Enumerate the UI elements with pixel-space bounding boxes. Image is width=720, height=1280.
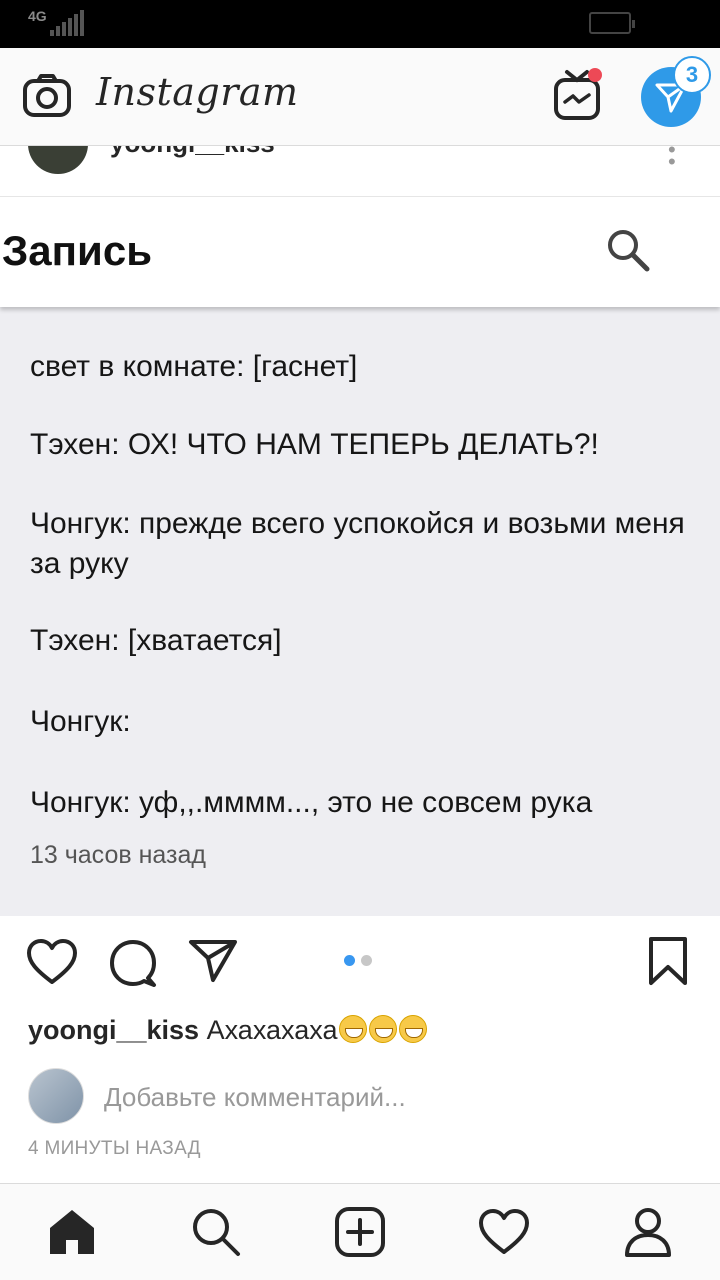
battery-icon bbox=[589, 12, 635, 34]
post-caption: yoongi__kiss Ахахахаха bbox=[28, 1015, 428, 1046]
comment-icon[interactable] bbox=[108, 938, 158, 993]
carousel-dot bbox=[361, 955, 372, 966]
search-icon bbox=[605, 227, 651, 278]
add-icon[interactable] bbox=[334, 1206, 386, 1258]
app-header: Instagram 3 bbox=[0, 48, 720, 146]
laughing-emoji-icon bbox=[339, 1015, 368, 1043]
image-title: Запись bbox=[2, 227, 153, 274]
image-line: Чонгук: уф,,.мммм..., это не совсем рука bbox=[30, 786, 593, 819]
post-action-bar bbox=[0, 916, 720, 1006]
signal-icon bbox=[50, 10, 84, 36]
avatar bbox=[28, 1068, 84, 1124]
network-indicator: 4G bbox=[28, 8, 47, 24]
comment-input[interactable]: Добавьте комментарий... bbox=[104, 1082, 406, 1113]
laughing-emoji-icon bbox=[399, 1015, 428, 1043]
home-icon[interactable] bbox=[46, 1206, 98, 1258]
heart-icon[interactable] bbox=[26, 938, 78, 991]
share-icon[interactable] bbox=[188, 938, 238, 989]
heart-icon[interactable] bbox=[478, 1206, 530, 1258]
instagram-logo: Instagram bbox=[96, 70, 299, 114]
carousel-dot-active bbox=[344, 955, 355, 966]
caption-username[interactable]: yoongi__kiss bbox=[28, 1015, 199, 1045]
igtv-notification-dot bbox=[588, 68, 602, 82]
image-line: Тэхен: ОХ! ЧТО НАМ ТЕПЕРЬ ДЕЛАТЬ?! bbox=[30, 428, 599, 461]
image-time: 13 часов назад bbox=[30, 841, 206, 869]
bottom-nav bbox=[0, 1183, 720, 1280]
laughing-emoji-icon bbox=[369, 1015, 398, 1043]
camera-icon[interactable] bbox=[22, 74, 72, 123]
image-line: свет в комнате: [гаснет] bbox=[30, 350, 358, 383]
image-line: Чонгук: bbox=[30, 705, 131, 738]
caption-text: Ахахахаха bbox=[206, 1015, 338, 1045]
search-icon[interactable] bbox=[190, 1206, 242, 1258]
post-image[interactable]: Запись свет в комнате: [гаснет] Тэхен: О… bbox=[0, 197, 720, 916]
profile-icon[interactable] bbox=[622, 1206, 674, 1258]
more-options-icon[interactable]: • • bbox=[668, 139, 676, 173]
post-timestamp: 4 МИНУТЫ НАЗАД bbox=[28, 1138, 201, 1159]
add-comment-row[interactable]: Добавьте комментарий... bbox=[28, 1068, 698, 1128]
image-line: Тэхен: [хватается] bbox=[30, 624, 282, 657]
status-bar: 4G bbox=[0, 0, 720, 48]
carousel-indicator bbox=[344, 955, 372, 966]
bookmark-icon[interactable] bbox=[648, 936, 688, 991]
image-header: Запись bbox=[0, 197, 720, 307]
direct-badge: 3 bbox=[673, 56, 711, 94]
image-line: Чонгук: прежде всего успокойся и возьми … bbox=[30, 507, 685, 580]
